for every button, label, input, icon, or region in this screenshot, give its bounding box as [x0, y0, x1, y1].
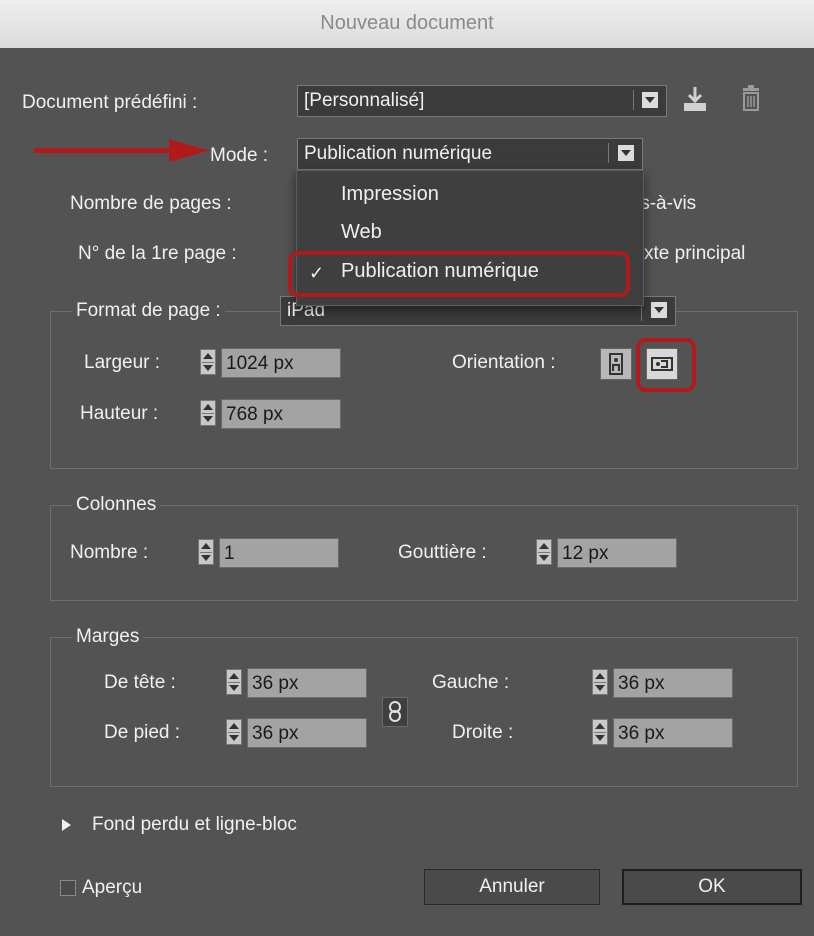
- margin-right-value: 36 px: [618, 723, 665, 744]
- margin-left-value: 36 px: [618, 673, 665, 694]
- gutter-value: 12 px: [562, 543, 609, 564]
- page-format-label: Format de page :: [72, 300, 225, 322]
- mode-value: Publication numérique: [304, 143, 493, 164]
- width-field[interactable]: 1024 px: [221, 348, 341, 378]
- column-number-label: Nombre :: [70, 542, 149, 563]
- ok-button[interactable]: OK: [622, 869, 802, 905]
- margin-top-field[interactable]: 36 px: [247, 668, 367, 698]
- height-field[interactable]: 768 px: [221, 399, 341, 429]
- margin-left-field[interactable]: 36 px: [613, 668, 733, 698]
- preset-label: Document prédéfini :: [22, 92, 198, 113]
- facing-pages-label: is-à-vis: [636, 193, 697, 214]
- margin-bottom-field[interactable]: 36 px: [247, 718, 367, 748]
- chevron-down-icon: [642, 92, 658, 108]
- save-preset-icon[interactable]: [680, 84, 710, 114]
- preview-label: Aperçu: [82, 877, 143, 898]
- margin-bottom-value: 36 px: [252, 723, 299, 744]
- margin-left-label: Gauche :: [432, 672, 510, 693]
- height-stepper[interactable]: [200, 400, 216, 426]
- preset-dropdown[interactable]: [Personnalisé]: [297, 85, 667, 117]
- primary-frame-label: xte principal: [644, 243, 746, 264]
- margin-right-stepper[interactable]: [592, 719, 608, 745]
- selected-mode-highlight: [288, 251, 630, 297]
- annotation-arrow-icon: [34, 136, 214, 166]
- column-number-value: 1: [224, 543, 235, 564]
- column-number-field[interactable]: 1: [219, 538, 339, 568]
- gutter-stepper[interactable]: [536, 539, 552, 565]
- height-value: 768 px: [226, 404, 284, 425]
- page-count-label: Nombre de pages :: [70, 193, 232, 214]
- margin-top-value: 36 px: [252, 673, 299, 694]
- width-label: Largeur :: [84, 352, 161, 373]
- margin-right-label: Droite :: [452, 722, 514, 743]
- disclosure-triangle-icon[interactable]: [60, 818, 72, 832]
- trash-icon[interactable]: [738, 84, 764, 114]
- margin-bottom-stepper[interactable]: [226, 719, 242, 745]
- link-margins-icon[interactable]: [382, 697, 408, 727]
- orientation-label: Orientation :: [452, 352, 556, 373]
- menu-item-print[interactable]: Impression: [341, 183, 439, 206]
- window-titlebar: Nouveau document: [0, 0, 814, 49]
- gutter-label: Gouttière :: [398, 542, 487, 563]
- mode-label: Mode :: [210, 145, 269, 166]
- margin-bottom-label: De pied :: [104, 722, 181, 743]
- window-title: Nouveau document: [320, 12, 494, 34]
- cancel-button[interactable]: Annuler: [424, 869, 600, 905]
- margin-left-stepper[interactable]: [592, 669, 608, 695]
- portrait-orientation-icon[interactable]: [600, 348, 632, 380]
- orientation-highlight: [636, 338, 696, 392]
- preview-checkbox[interactable]: [60, 880, 76, 896]
- gutter-field[interactable]: 12 px: [557, 538, 677, 568]
- margin-top-stepper[interactable]: [226, 669, 242, 695]
- menu-item-web[interactable]: Web: [341, 221, 382, 244]
- start-page-label: N° de la 1re page :: [78, 243, 237, 264]
- margins-group: [50, 637, 798, 787]
- margin-right-field[interactable]: 36 px: [613, 718, 733, 748]
- chevron-down-icon: [618, 145, 634, 161]
- mode-dropdown[interactable]: Publication numérique: [297, 138, 643, 170]
- columns-legend: Colonnes: [72, 494, 161, 516]
- chevron-down-icon: [651, 302, 667, 318]
- margin-top-label: De tête :: [104, 672, 176, 693]
- margins-legend: Marges: [72, 626, 144, 648]
- bleed-slug-toggle[interactable]: Fond perdu et ligne-bloc: [92, 814, 297, 836]
- preset-value: [Personnalisé]: [304, 90, 425, 111]
- width-stepper[interactable]: [200, 349, 216, 375]
- width-value: 1024 px: [226, 353, 294, 374]
- height-label: Hauteur :: [80, 403, 159, 424]
- column-number-stepper[interactable]: [198, 539, 214, 565]
